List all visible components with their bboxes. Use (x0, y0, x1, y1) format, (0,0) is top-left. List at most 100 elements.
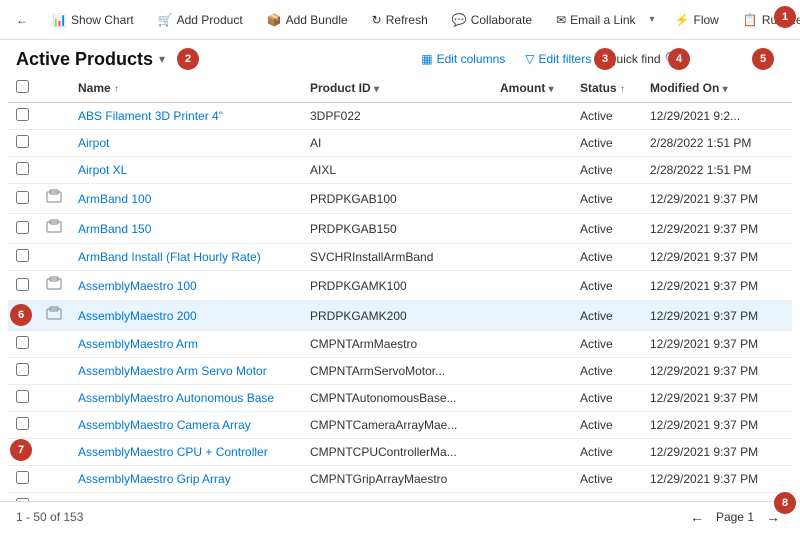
row-checkbox[interactable] (16, 191, 29, 204)
row-status-cell: Active (572, 331, 642, 358)
chevron-down-icon: ▾ (650, 14, 655, 25)
product-name-link[interactable]: AssemblyMaestro Arm Servo Motor (78, 364, 267, 378)
table-row: AssemblyMaestro 200 PRDPKGAMK200 Active … (8, 301, 792, 331)
header-actions: ▦ Edit columns ▽ Edit filters Quick find… (417, 48, 784, 70)
add-bundle-button[interactable]: 📦 Add Bundle (259, 9, 356, 31)
product-name-link[interactable]: AssemblyMaestro 200 (78, 309, 197, 323)
title-chevron[interactable]: ▾ (159, 52, 165, 66)
row-modifiedon-cell: 12/29/2021 9:2... (642, 103, 792, 130)
chart-icon: 📊 (52, 13, 67, 27)
row-productid-cell: AI (302, 130, 492, 157)
row-checkbox[interactable] (16, 108, 29, 121)
row-checkbox[interactable] (16, 390, 29, 403)
row-name-cell: AssemblyMaestro Autonomous Base (70, 385, 302, 412)
amount-sort-icon: ▾ (549, 84, 554, 95)
back-button[interactable]: ← (8, 9, 36, 31)
row-checkbox[interactable] (16, 278, 29, 291)
product-name-link[interactable]: ArmBand Install (Flat Hourly Rate) (78, 250, 261, 264)
header-productid[interactable]: Product ID ▾ (302, 74, 492, 103)
row-amount-cell (492, 271, 572, 301)
row-checkbox[interactable] (16, 471, 29, 484)
row-icon-cell (38, 493, 70, 502)
row-amount-cell (492, 412, 572, 439)
prev-page-button[interactable]: ← (686, 507, 708, 527)
row-status-cell: Active (572, 493, 642, 502)
table-row: AssemblyMaestro Arm Servo Motor CMPNTArm… (8, 358, 792, 385)
row-amount-cell (492, 358, 572, 385)
product-name-link[interactable]: ArmBand 150 (78, 222, 151, 236)
row-status-cell: Active (572, 184, 642, 214)
row-status-cell: Active (572, 244, 642, 271)
row-status-cell: Active (572, 412, 642, 439)
table-row: ArmBand Install (Flat Hourly Rate) SVCHR… (8, 244, 792, 271)
row-amount-cell (492, 439, 572, 466)
row-modifiedon-cell: 12/29/2021 9:37 PM (642, 439, 792, 466)
product-name-link[interactable]: AssemblyMaestro 100 (78, 279, 197, 293)
table-row: ArmBand 100 PRDPKGAB100 Active 12/29/202… (8, 184, 792, 214)
row-checkbox[interactable] (16, 417, 29, 430)
row-modifiedon-cell: 12/29/2021 9:37 PM (642, 331, 792, 358)
annotation-8: 8 (774, 492, 796, 514)
filter-icon: ▽ (525, 52, 534, 66)
columns-icon: ▦ (421, 52, 432, 66)
row-checkbox[interactable] (16, 249, 29, 262)
flow-icon: ⚡ (675, 13, 690, 27)
row-checkbox[interactable] (16, 336, 29, 349)
flow-button[interactable]: ⚡ Flow (667, 9, 727, 31)
row-modifiedon-cell: 2/28/2022 1:51 PM (642, 157, 792, 184)
email-link-button[interactable]: ✉ Email a Link (548, 9, 643, 31)
header-modifiedon[interactable]: Modified On ▾ (642, 74, 792, 103)
refresh-button[interactable]: ↻ Refresh (364, 9, 436, 31)
product-table-container: Name ↑ Product ID ▾ Amount ▾ Status ↑ Mo… (0, 74, 800, 501)
annotation-5: 5 (752, 48, 774, 70)
page-title: Active Products (16, 49, 153, 70)
product-name-link[interactable]: AssemblyMaestro Autonomous Base (78, 391, 274, 405)
header-name[interactable]: Name ↑ (70, 74, 302, 103)
row-icon-cell (38, 301, 70, 331)
table-row: AssemblyMaestro Camera Array CMPNTCamera… (8, 412, 792, 439)
product-name-link[interactable]: AssemblyMaestro Grip Array (78, 472, 231, 486)
row-amount-cell (492, 214, 572, 244)
select-all-checkbox[interactable] (16, 80, 29, 93)
row-status-cell: Active (572, 466, 642, 493)
table-row: Airpot AI Active 2/28/2022 1:51 PM (8, 130, 792, 157)
row-checkbox-cell (8, 244, 38, 271)
product-name-link[interactable]: AssemblyMaestro Arm (78, 337, 198, 351)
product-table: Name ↑ Product ID ▾ Amount ▾ Status ↑ Mo… (8, 74, 792, 501)
collaborate-icon: 💬 (452, 13, 467, 27)
product-name-link[interactable]: AssemblyMaestro Camera Array (78, 418, 251, 432)
product-name-link[interactable]: Airpot (78, 136, 109, 150)
row-icon-cell (38, 439, 70, 466)
row-checkbox-cell (8, 358, 38, 385)
row-icon-cell (38, 271, 70, 301)
row-icon-cell (38, 358, 70, 385)
row-name-cell: AssemblyMaestro 100 (70, 271, 302, 301)
edit-filters-button[interactable]: ▽ Edit filters (521, 50, 595, 68)
table-row: AssemblyMaestro 100 PRDPKGAMK100 Active … (8, 271, 792, 301)
row-modifiedon-cell: 12/29/2021 9:37 PM (642, 493, 792, 502)
row-productid-cell: CMPNTArmMaestro (302, 331, 492, 358)
row-checkbox[interactable] (16, 221, 29, 234)
show-chart-button[interactable]: 📊 Show Chart (44, 9, 142, 31)
row-checkbox[interactable] (16, 135, 29, 148)
product-name-link[interactable]: ArmBand 100 (78, 192, 151, 206)
product-name-link[interactable]: Airpot XL (78, 163, 127, 177)
row-checkbox-cell (8, 466, 38, 493)
edit-columns-button[interactable]: ▦ Edit columns (417, 50, 509, 68)
row-productid-cell: PRDPKGAB100 (302, 184, 492, 214)
row-checkbox-cell (8, 184, 38, 214)
header-amount[interactable]: Amount ▾ (492, 74, 572, 103)
add-product-button[interactable]: 🛒 Add Product (150, 9, 251, 31)
header-status[interactable]: Status ↑ (572, 74, 642, 103)
email-chevron-button[interactable]: ▾ (646, 10, 659, 29)
product-name-link[interactable]: ABS Filament 3D Printer 4" (78, 109, 223, 123)
row-checkbox[interactable] (16, 162, 29, 175)
row-name-cell: Airpot XL (70, 157, 302, 184)
row-checkbox[interactable] (16, 363, 29, 376)
row-amount-cell (492, 244, 572, 271)
row-checkbox-cell (8, 103, 38, 130)
collaborate-button[interactable]: 💬 Collaborate (444, 9, 540, 31)
product-name-link[interactable]: AssemblyMaestro CPU + Controller (78, 445, 268, 459)
back-icon: ← (16, 13, 28, 27)
row-icon-cell (38, 184, 70, 214)
